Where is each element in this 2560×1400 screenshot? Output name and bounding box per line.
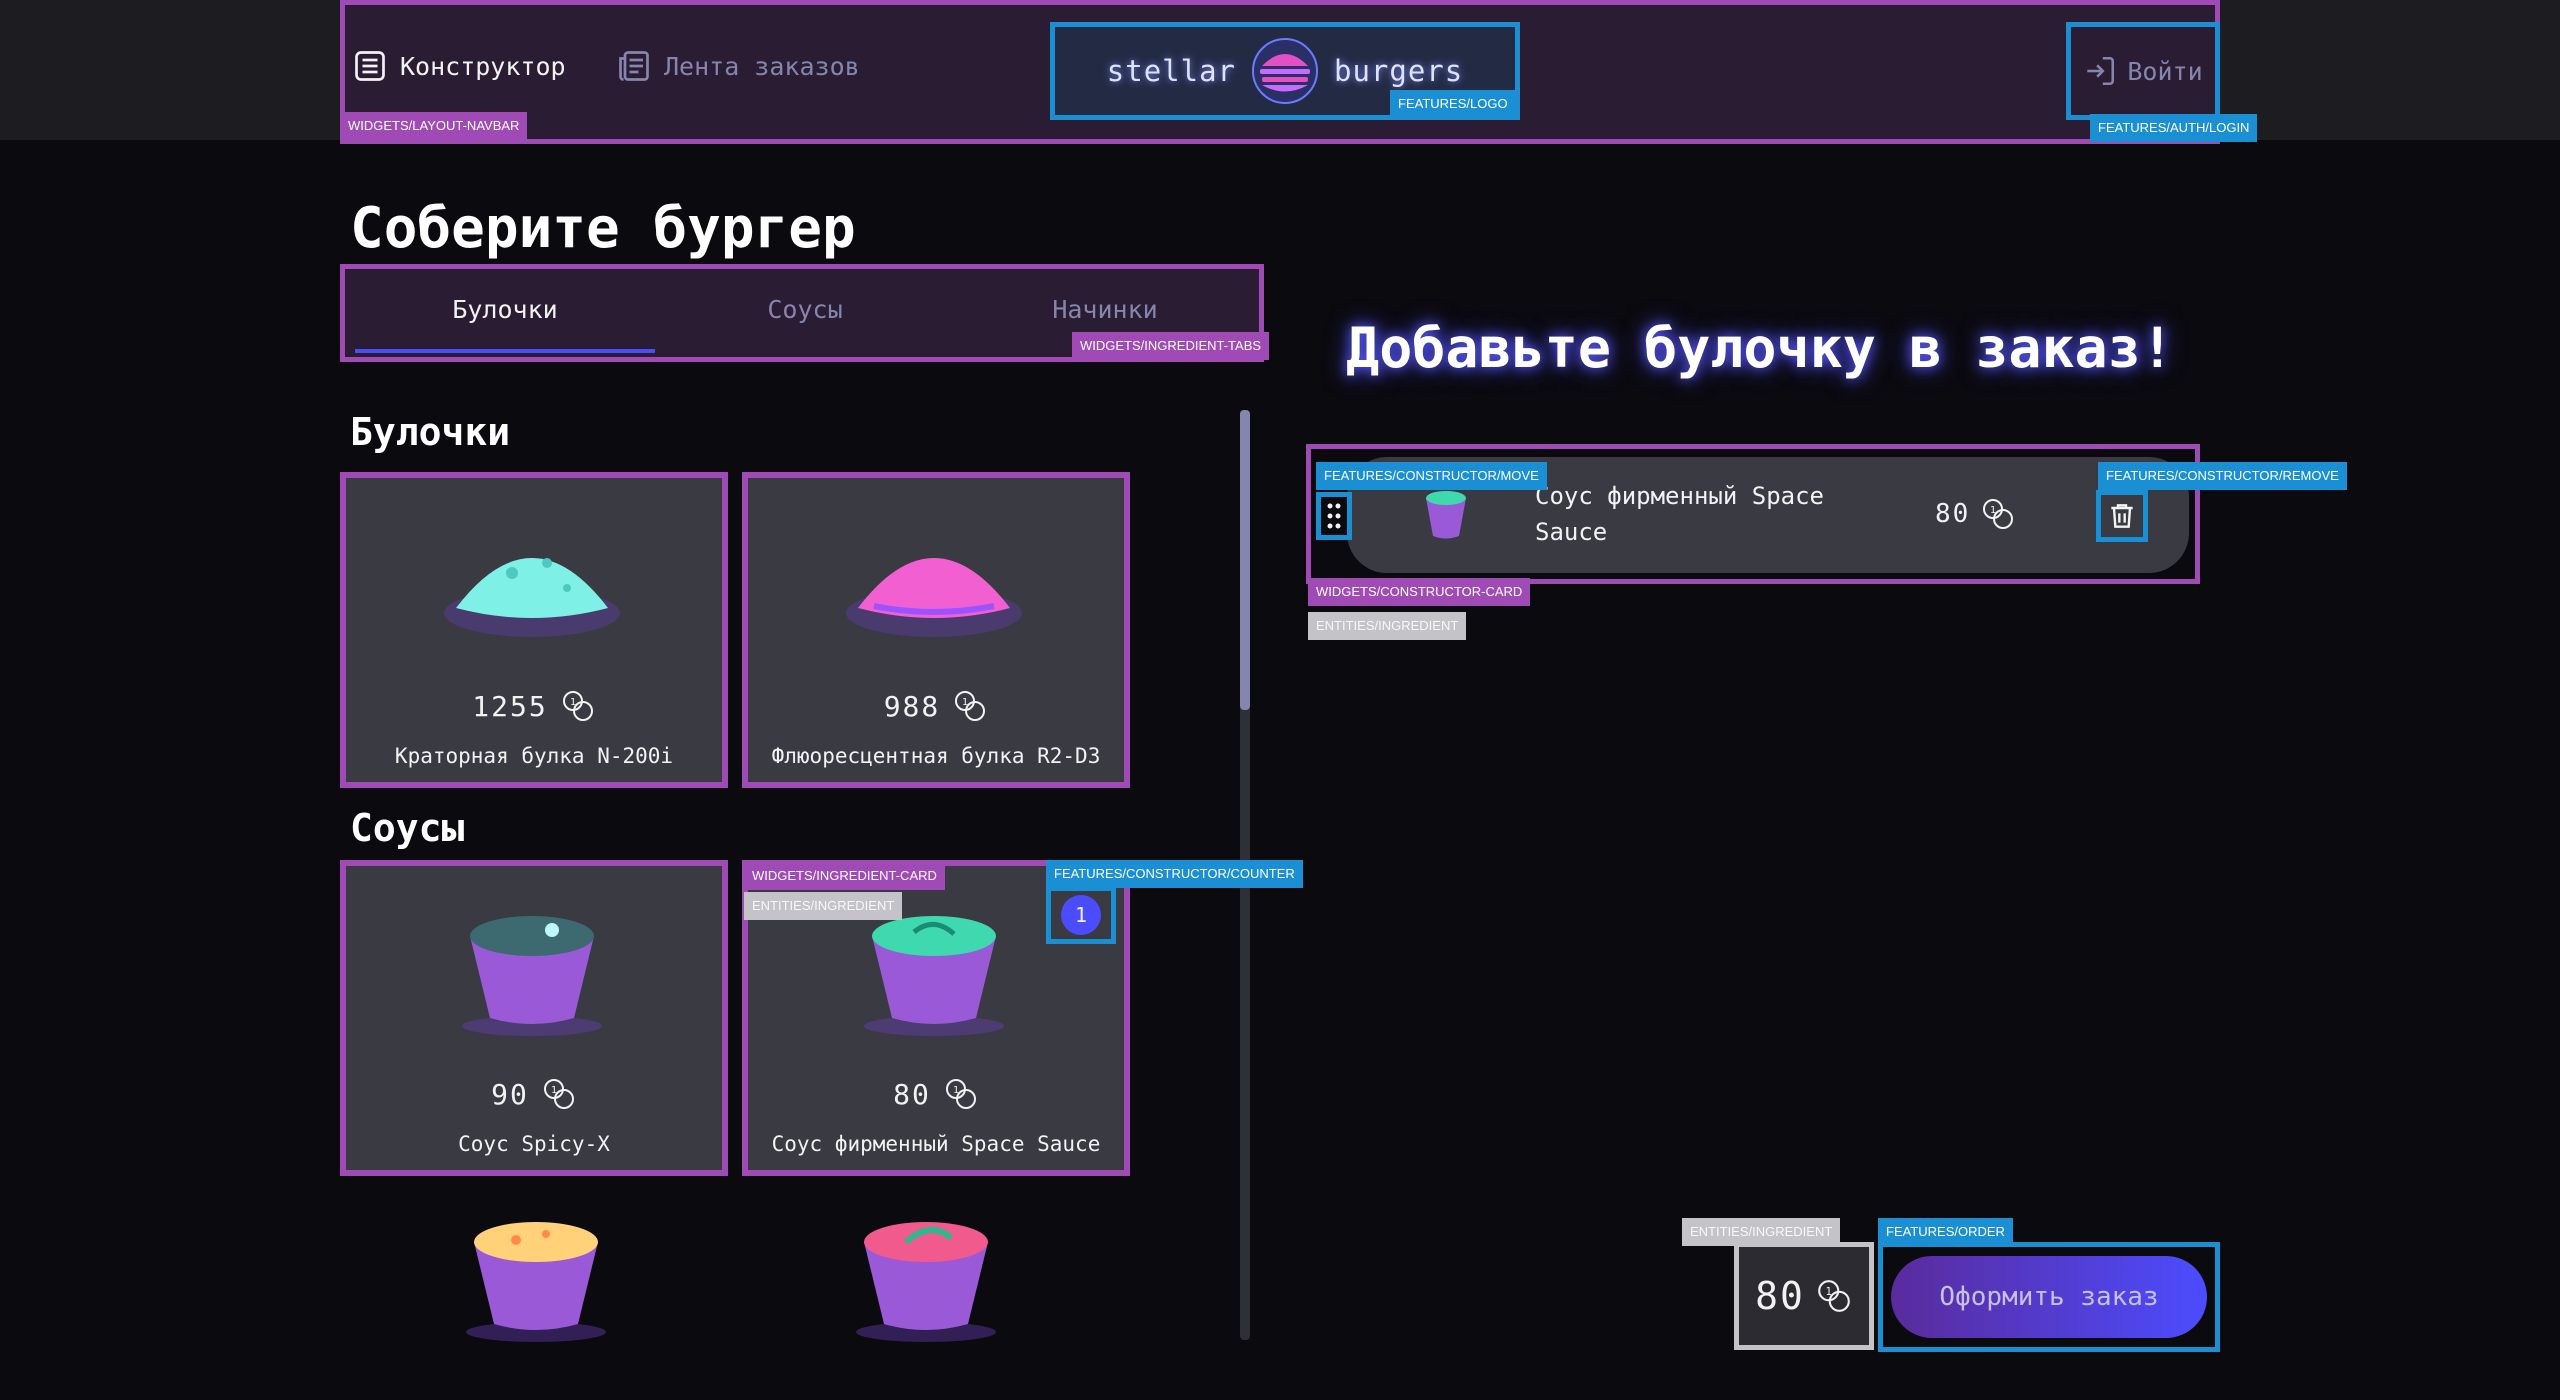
nav-feed-label: Лента заказов xyxy=(664,51,860,81)
tab-fillings[interactable]: Начинки xyxy=(955,295,1255,324)
section-title-buns: Булочки xyxy=(350,410,511,454)
ingredient-price: 988 1 xyxy=(748,688,1124,724)
feed-list-icon xyxy=(619,51,649,81)
debug-tag-logo: FEATURES/LOGO xyxy=(1390,90,1516,118)
ingredient-card[interactable]: 1255 1 Краторная булка N-200i xyxy=(340,472,728,788)
login-button[interactable]: Войти xyxy=(2066,22,2220,120)
debug-tag-ingredient-card: WIDGETS/INGREDIENT-CARD xyxy=(744,862,945,890)
drag-dots-icon xyxy=(1327,503,1341,529)
login-icon xyxy=(2087,56,2115,86)
login-label: Войти xyxy=(2127,56,2203,86)
price-value: 90 xyxy=(491,1077,529,1111)
ingredient-image-partial xyxy=(856,1222,996,1342)
ingredient-name: Соус Spicy-X xyxy=(458,1132,610,1156)
svg-text:1: 1 xyxy=(962,697,970,708)
ingredient-card[interactable]: 90 1 Соус Spicy-X xyxy=(340,860,728,1176)
logo-burger-icon xyxy=(1252,38,1318,104)
currency-icon: 1 xyxy=(562,691,593,721)
svg-text:1: 1 xyxy=(551,1085,559,1096)
constructor-price-value: 80 xyxy=(1935,499,1971,529)
order-total-value: 80 xyxy=(1755,1274,1805,1318)
ingredient-image xyxy=(846,558,1022,637)
debug-tag-tabs: WIDGETS/INGREDIENT-TABS xyxy=(1072,332,1270,360)
price-value: 80 xyxy=(893,1077,931,1111)
debug-tag-entities-ingredient: ENTITIES/INGREDIENT xyxy=(1682,1218,1841,1246)
drag-handle[interactable] xyxy=(1316,492,1352,540)
debug-tag-order: FEATURES/ORDER xyxy=(1878,1218,2013,1246)
price-value: 988 xyxy=(883,689,941,723)
ingredient-price: 80 1 xyxy=(748,1076,1124,1112)
bun-dome xyxy=(456,558,608,618)
remove-ingredient-button[interactable] xyxy=(2096,490,2148,542)
ingredient-card[interactable]: 988 1 Флюоресцентная булка R2-D3 xyxy=(742,472,1130,788)
constructor-item-price: 80 1 xyxy=(1935,496,2016,532)
debug-tag-constructor-card: WIDGETS/CONSTRUCTOR-CARD xyxy=(1308,578,1531,606)
scrollbar-thumb[interactable] xyxy=(1240,410,1250,710)
constructor-item-name: Соус фирменный Space Sauce xyxy=(1535,482,1824,546)
section-title-sauces: Соусы xyxy=(350,806,465,850)
debug-tag-navbar: WIDGETS/LAYOUT-NAVBAR xyxy=(340,112,528,140)
logo-word-left: stellar xyxy=(1106,54,1236,88)
debug-tag-counter: FEATURES/CONSTRUCTOR/COUNTER xyxy=(1046,860,1303,888)
currency-icon: 1 xyxy=(1983,499,2014,529)
currency-icon: 1 xyxy=(955,691,986,721)
add-bun-hint: Добавьте булочку в заказ! xyxy=(1346,316,2174,380)
ingredient-name: Флюоресцентная булка R2-D3 xyxy=(771,744,1101,768)
svg-text:1: 1 xyxy=(1990,505,1998,516)
logo-word-right: burgers xyxy=(1334,54,1464,88)
order-feature: Оформить заказ xyxy=(1878,1242,2220,1352)
debug-tag-remove: FEATURES/CONSTRUCTOR/REMOVE xyxy=(2098,462,2347,490)
price-value: 1255 xyxy=(472,689,548,723)
ingredient-name: Соус фирменный Space Sauce xyxy=(771,1132,1101,1156)
ingredient-image xyxy=(462,916,602,1036)
svg-text:1: 1 xyxy=(953,1085,961,1096)
nav-order-feed[interactable]: Лента заказов xyxy=(616,48,860,84)
currency-icon: 1 xyxy=(945,1079,976,1109)
debug-tag-login: FEATURES/AUTH/LOGIN xyxy=(2090,114,2258,142)
burger-menu-icon xyxy=(355,51,385,81)
svg-text:1: 1 xyxy=(1825,1286,1833,1298)
debug-tag-move: FEATURES/CONSTRUCTOR/MOVE xyxy=(1316,462,1547,490)
place-order-button[interactable]: Оформить заказ xyxy=(1891,1256,2207,1338)
ingredient-image xyxy=(864,916,1004,1036)
ingredient-counter: 1 xyxy=(1046,886,1116,944)
debug-tag-entities-ingredient: ENTITIES/INGREDIENT xyxy=(1308,612,1467,640)
ingredient-price: 90 1 xyxy=(346,1076,722,1112)
constructor-item-image xyxy=(1426,491,1466,539)
currency-icon: 1 xyxy=(1818,1280,1850,1312)
active-tab-underline xyxy=(355,349,655,353)
ingredient-image-partial xyxy=(466,1222,606,1342)
nav-constructor-label: Конструктор xyxy=(400,51,566,81)
nav-constructor[interactable]: Конструктор xyxy=(352,48,566,84)
svg-text:1: 1 xyxy=(570,697,578,708)
trash-icon xyxy=(2111,504,2133,528)
counter-badge: 1 xyxy=(1061,895,1101,935)
debug-tag-entities-ingredient: ENTITIES/INGREDIENT xyxy=(744,892,903,920)
tab-sauces[interactable]: Соусы xyxy=(655,295,955,324)
tab-buns[interactable]: Булочки xyxy=(355,295,655,324)
page-title: Соберите бургер xyxy=(350,196,856,261)
currency-icon: 1 xyxy=(543,1079,574,1109)
ingredient-image xyxy=(444,558,620,637)
ingredient-price: 1255 1 xyxy=(346,688,722,724)
order-total: 80 1 xyxy=(1734,1242,1874,1350)
ingredient-name: Краторная булка N-200i xyxy=(394,744,674,768)
